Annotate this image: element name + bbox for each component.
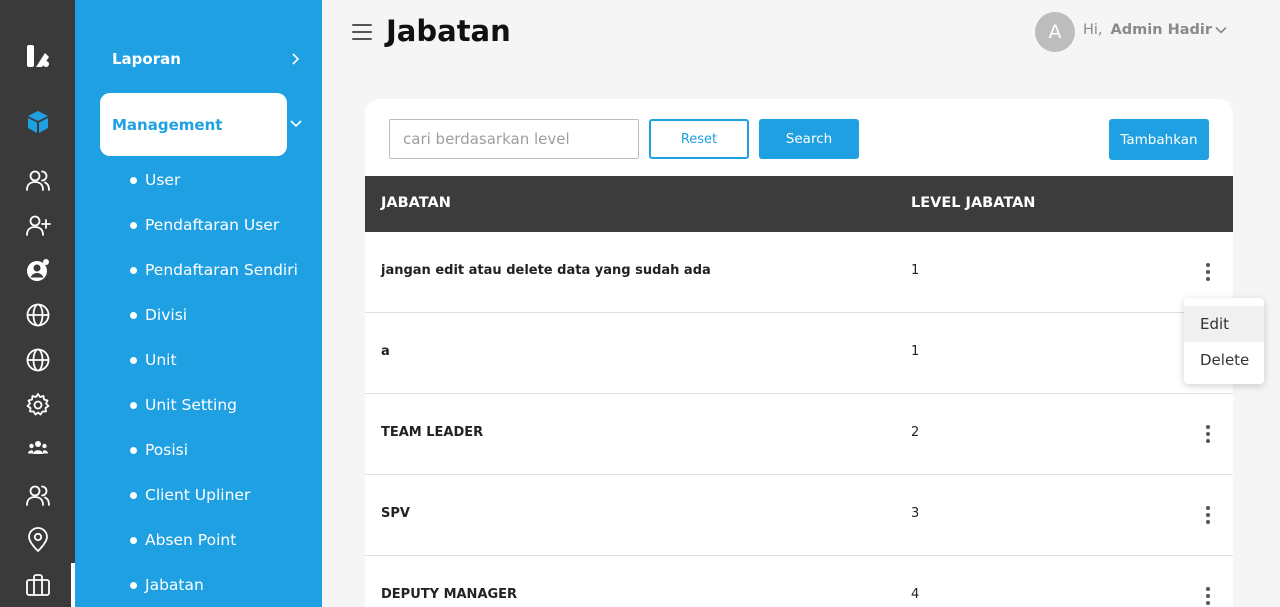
user-name: Admin Hadir bbox=[1110, 22, 1213, 38]
more-vertical-icon[interactable] bbox=[1197, 260, 1219, 284]
cell-jabatan: TEAM LEADER bbox=[381, 425, 484, 440]
team-icon[interactable] bbox=[22, 432, 54, 464]
cell-level: 1 bbox=[911, 263, 920, 278]
more-vertical-icon[interactable] bbox=[1197, 422, 1219, 446]
sub-item-jabatan[interactable]: Jabatan bbox=[130, 574, 204, 596]
sub-item-divisi[interactable]: Divisi bbox=[130, 304, 187, 326]
nav-item-laporan[interactable]: Laporan bbox=[112, 48, 302, 70]
nav-item-label: Laporan bbox=[112, 50, 181, 68]
cell-jabatan: a bbox=[381, 344, 390, 359]
user-menu[interactable]: Hi, Admin Hadir bbox=[1083, 22, 1228, 38]
settings-icon[interactable] bbox=[22, 389, 54, 421]
avatar[interactable]: A bbox=[1035, 12, 1075, 52]
sub-item-label: Divisi bbox=[145, 306, 188, 324]
search-input[interactable] bbox=[389, 119, 639, 159]
partial-icon bbox=[22, 0, 52, 4]
row-action-menu: Edit Delete bbox=[1184, 298, 1264, 384]
sub-item-label: Posisi bbox=[145, 441, 189, 459]
users-icon[interactable] bbox=[22, 164, 54, 196]
sub-item-posisi[interactable]: Posisi bbox=[130, 439, 188, 461]
sub-item-unit-setting[interactable]: Unit Setting bbox=[130, 394, 237, 416]
cell-level: 2 bbox=[911, 425, 920, 440]
delete-menu-item[interactable]: Delete bbox=[1184, 342, 1264, 378]
bullet-icon bbox=[130, 356, 137, 364]
icon-rail bbox=[0, 0, 75, 607]
sub-item-label: Absen Point bbox=[145, 531, 237, 549]
search-button[interactable]: Search bbox=[759, 119, 859, 159]
cell-jabatan: SPV bbox=[381, 506, 410, 521]
sub-item-client-upliner[interactable]: Client Upliner bbox=[130, 484, 250, 506]
sub-item-label: Unit Setting bbox=[145, 396, 237, 414]
logo-icon[interactable] bbox=[22, 40, 54, 72]
greeting-text: Hi, bbox=[1083, 22, 1103, 38]
more-vertical-icon[interactable] bbox=[1197, 503, 1219, 527]
sub-item-user[interactable]: User bbox=[130, 169, 180, 191]
reset-button[interactable]: Reset bbox=[649, 119, 749, 159]
cell-level: 4 bbox=[911, 587, 920, 602]
table-header: JABATAN LEVEL JABATAN bbox=[365, 176, 1233, 232]
bullet-icon bbox=[130, 581, 137, 589]
cell-jabatan: jangan edit atau delete data yang sudah … bbox=[381, 263, 711, 278]
sub-item-label: Unit bbox=[145, 351, 177, 369]
cell-level: 3 bbox=[911, 506, 920, 521]
briefcase-icon[interactable] bbox=[22, 569, 54, 601]
sub-item-label: Client Upliner bbox=[145, 486, 251, 504]
column-header-jabatan: JABATAN bbox=[381, 195, 451, 211]
bullet-icon bbox=[130, 221, 137, 229]
bullet-icon bbox=[130, 536, 137, 544]
sub-item-label: Pendaftaran Sendiri bbox=[145, 261, 298, 279]
table-row[interactable]: jangan edit atau delete data yang sudah … bbox=[365, 232, 1233, 313]
column-header-level: LEVEL JABATAN bbox=[911, 195, 1036, 211]
bullet-icon bbox=[130, 176, 137, 184]
globe-icon[interactable] bbox=[22, 344, 54, 376]
cube-icon[interactable] bbox=[22, 106, 54, 138]
nav-item-management[interactable]: Management bbox=[100, 93, 287, 156]
page-title: Jabatan bbox=[386, 14, 511, 48]
sub-item-absen-point[interactable]: Absen Point bbox=[130, 529, 236, 551]
table-row[interactable]: a 1 bbox=[365, 313, 1233, 394]
table-row[interactable]: TEAM LEADER 2 bbox=[365, 394, 1233, 475]
sub-item-pendaftaran-user[interactable]: Pendaftaran User bbox=[130, 214, 279, 236]
globe-icon[interactable] bbox=[22, 299, 54, 331]
sub-item-pendaftaran-sendiri[interactable]: Pendaftaran Sendiri bbox=[130, 259, 298, 281]
bullet-icon bbox=[130, 311, 137, 319]
bullet-icon bbox=[130, 491, 137, 499]
cell-level: 1 bbox=[911, 344, 920, 359]
more-vertical-icon[interactable] bbox=[1197, 584, 1219, 607]
bullet-icon bbox=[130, 266, 137, 274]
chevron-down-icon[interactable] bbox=[288, 116, 304, 132]
add-button[interactable]: Tambahkan bbox=[1109, 119, 1209, 160]
user-gear-icon[interactable] bbox=[22, 254, 54, 286]
hamburger-menu-icon[interactable] bbox=[352, 24, 372, 40]
users-icon[interactable] bbox=[22, 479, 54, 511]
sub-item-label: User bbox=[145, 171, 181, 189]
chevron-right-icon bbox=[292, 53, 300, 65]
cell-jabatan: DEPUTY MANAGER bbox=[381, 587, 518, 602]
table-row[interactable]: SPV 3 bbox=[365, 475, 1233, 556]
chevron-down-icon bbox=[1215, 26, 1227, 34]
user-plus-icon[interactable] bbox=[22, 209, 54, 241]
table-row[interactable]: DEPUTY MANAGER 4 bbox=[365, 556, 1233, 607]
sub-item-label: Jabatan bbox=[145, 576, 204, 594]
bullet-icon bbox=[130, 446, 137, 454]
sub-item-unit[interactable]: Unit bbox=[130, 349, 177, 371]
sub-item-label: Pendaftaran User bbox=[145, 216, 280, 234]
side-nav: Laporan Management User Pendaftaran User… bbox=[75, 0, 322, 607]
edit-menu-item[interactable]: Edit bbox=[1184, 306, 1264, 342]
bullet-icon bbox=[130, 401, 137, 409]
location-icon[interactable] bbox=[22, 524, 54, 556]
nav-item-label: Management bbox=[112, 115, 223, 134]
